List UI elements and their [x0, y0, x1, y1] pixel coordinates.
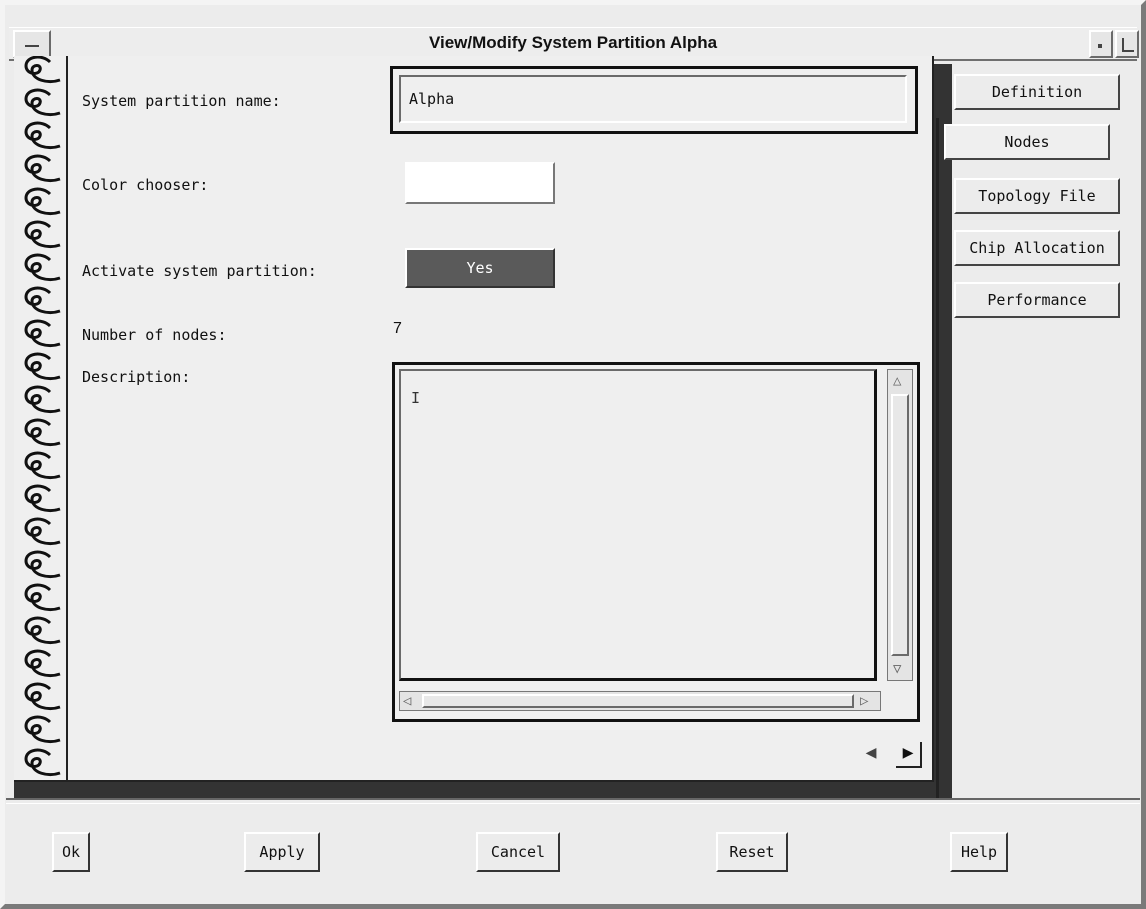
- nodes-label: Number of nodes:: [82, 326, 227, 344]
- binding-coil: [24, 550, 61, 579]
- button-bar-separator: [6, 798, 1140, 804]
- tab-strip-edge: [936, 118, 946, 798]
- description-textarea[interactable]: I: [399, 369, 877, 681]
- binding-coil: [24, 319, 61, 348]
- binding-coil: [24, 451, 61, 480]
- maximize-button[interactable]: [1115, 30, 1139, 58]
- binding-coil: [24, 484, 61, 513]
- window-title: View/Modify System Partition Alpha: [428, 33, 718, 52]
- tab-topology-file[interactable]: Topology File: [954, 178, 1120, 214]
- binding-coil: [24, 748, 61, 777]
- binding-coil: [24, 352, 61, 381]
- apply-button[interactable]: Apply: [244, 832, 320, 872]
- minimize-button[interactable]: [1089, 30, 1113, 58]
- help-button[interactable]: Help: [950, 832, 1008, 872]
- binding-coil: [24, 616, 61, 645]
- horizontal-scrollbar[interactable]: ◁ ▷: [399, 691, 881, 711]
- description-label: Description:: [82, 368, 191, 386]
- description-frame: I △ ▽ ◁ ▷: [392, 362, 920, 722]
- ok-button[interactable]: Ok: [52, 832, 90, 872]
- maximize-icon: [1122, 38, 1134, 52]
- color-label: Color chooser:: [82, 176, 209, 194]
- binding-coil: [24, 154, 61, 183]
- binding-coil: [24, 187, 61, 216]
- page-forward-arrow-icon[interactable]: ▶: [896, 742, 922, 768]
- name-field-frame: Alpha: [390, 66, 918, 134]
- system-partition-name-input[interactable]: Alpha: [399, 75, 907, 123]
- page-back-arrow-icon[interactable]: ◀: [858, 742, 884, 768]
- tab-definition[interactable]: Definition: [954, 74, 1120, 110]
- binding-coil: [24, 583, 61, 612]
- scroll-left-icon[interactable]: ◁: [403, 694, 411, 708]
- color-chooser-button[interactable]: [405, 162, 555, 204]
- scroll-up-icon[interactable]: △: [893, 374, 901, 388]
- tab-chip-allocation[interactable]: Chip Allocation: [954, 230, 1120, 266]
- horizontal-scroll-thumb[interactable]: [422, 694, 854, 708]
- activate-label: Activate system partition:: [82, 262, 317, 280]
- binding-coil: [24, 88, 61, 117]
- scroll-down-icon[interactable]: ▽: [893, 662, 901, 676]
- cancel-button[interactable]: Cancel: [476, 832, 560, 872]
- tab-nodes[interactable]: Nodes: [944, 124, 1110, 160]
- tab-performance[interactable]: Performance: [954, 282, 1120, 318]
- binding-coil: [24, 121, 61, 150]
- spiral-binding-icon: [18, 56, 68, 780]
- binding-coil: [24, 220, 61, 249]
- name-label: System partition name:: [82, 92, 281, 110]
- binding-coil: [24, 56, 61, 84]
- vertical-scrollbar[interactable]: △ ▽: [887, 369, 913, 681]
- binding-coil: [24, 682, 61, 711]
- binding-coil: [24, 385, 61, 414]
- binding-coil: [24, 715, 61, 744]
- number-of-nodes-value: 7: [393, 320, 402, 337]
- binding-coil: [24, 253, 61, 282]
- text-cursor-icon: I: [411, 389, 421, 407]
- binding-coil: [24, 418, 61, 447]
- binding-coil: [24, 286, 61, 315]
- activate-partition-toggle[interactable]: Yes: [405, 248, 555, 288]
- reset-button[interactable]: Reset: [716, 832, 788, 872]
- minimize-icon: [1098, 44, 1102, 48]
- scroll-right-icon[interactable]: ▷: [860, 694, 868, 708]
- binding-coil: [24, 649, 61, 678]
- binding-coil: [24, 517, 61, 546]
- vertical-scroll-thumb[interactable]: [891, 394, 909, 656]
